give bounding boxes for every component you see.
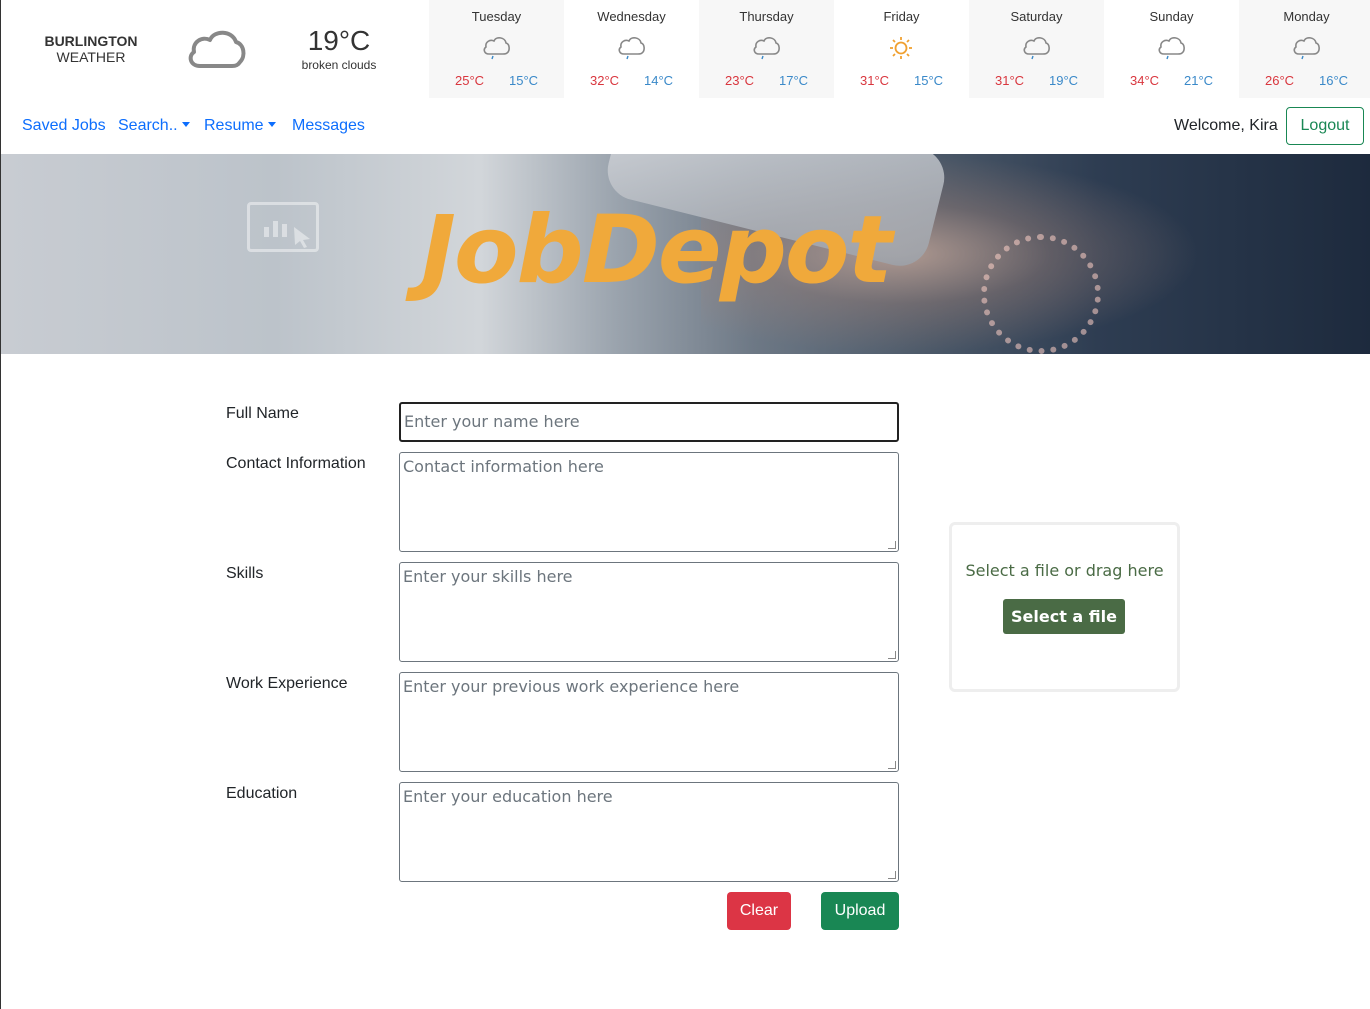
forecast-day-name: Thursday: [739, 9, 794, 24]
full-name-input[interactable]: Enter your name here: [399, 402, 899, 442]
current-temperature: 19°C: [307, 25, 371, 56]
welcome-text: Welcome, Kira: [1174, 117, 1278, 134]
resize-grip-icon[interactable]: [888, 761, 896, 769]
forecast-day: Friday 31°C 15°C: [834, 0, 969, 98]
forecast-day: Monday 26°C 16°C: [1239, 0, 1370, 98]
forecast-day: Wednesday 32°C 14°C: [564, 0, 699, 98]
city-name: BURLINGTON: [44, 33, 138, 49]
dropzone-hint: Select a file or drag here: [965, 561, 1164, 580]
forecast-day: Sunday 34°C 21°C: [1104, 0, 1239, 98]
select-file-button[interactable]: Select a file: [1003, 599, 1125, 634]
resize-grip-icon[interactable]: [888, 651, 896, 659]
rain-cloud-icon: [1157, 36, 1185, 60]
forecast-high: 26°C: [1265, 73, 1295, 88]
file-dropzone[interactable]: Select a file or drag here Select a file: [949, 522, 1180, 692]
forecast-strip: Tuesday 25°C 15°C Wednesday 32°C 14°C Thursday…: [429, 0, 1370, 98]
experience-placeholder: Enter your previous work experience here: [403, 677, 740, 696]
education-label: Education: [226, 785, 298, 802]
forecast-low: 17°C: [779, 73, 809, 88]
skills-placeholder: Enter your skills here: [403, 567, 573, 586]
brand-logo: JobDepot: [421, 196, 892, 305]
forecast-high: 25°C: [455, 73, 485, 88]
resize-grip-icon[interactable]: [888, 541, 896, 549]
contact-placeholder: Contact information here: [403, 457, 604, 476]
nav-search-label: Search..: [118, 117, 178, 134]
forecast-high: 32°C: [590, 73, 620, 88]
weather-location: BURLINGTON WEATHER: [41, 33, 141, 65]
chart-icon: [247, 202, 319, 252]
forecast-low: 21°C: [1184, 73, 1214, 88]
forecast-low: 16°C: [1319, 73, 1349, 88]
skills-label: Skills: [226, 565, 264, 582]
forecast-high: 31°C: [995, 73, 1025, 88]
forecast-day-name: Friday: [883, 9, 920, 24]
nav-saved-jobs[interactable]: Saved Jobs: [22, 117, 106, 135]
nav-resume-dropdown[interactable]: Resume: [204, 117, 276, 135]
forecast-day-name: Monday: [1283, 9, 1330, 24]
navbar: Saved Jobs Search.. Resume Messages Welc…: [1, 98, 1370, 154]
contact-textarea[interactable]: Contact information here: [399, 452, 899, 552]
nav-search-dropdown[interactable]: Search..: [118, 117, 190, 135]
clear-button[interactable]: Clear: [727, 892, 791, 930]
forecast-day: Thursday 23°C 17°C: [699, 0, 834, 98]
forecast-day-name: Tuesday: [471, 9, 522, 24]
resize-grip-icon[interactable]: [888, 871, 896, 879]
rain-cloud-icon: [1022, 36, 1050, 60]
experience-label: Work Experience: [226, 675, 348, 692]
hero-banner: JobDepot: [1, 154, 1370, 354]
upload-button[interactable]: Upload: [821, 892, 899, 930]
education-textarea[interactable]: Enter your education here: [399, 782, 899, 882]
forecast-day: Tuesday 25°C 15°C: [429, 0, 564, 98]
weather-widget: BURLINGTON WEATHER 19°C broken clouds Tu…: [1, 0, 1370, 98]
forecast-high: 34°C: [1130, 73, 1160, 88]
forecast-low: 15°C: [914, 73, 944, 88]
nav-messages[interactable]: Messages: [292, 117, 365, 135]
forecast-low: 14°C: [644, 73, 674, 88]
education-placeholder: Enter your education here: [403, 787, 613, 806]
rain-cloud-icon: [482, 36, 510, 60]
caret-down-icon: [181, 122, 190, 127]
full-name-placeholder: Enter your name here: [404, 412, 580, 431]
contact-label: Contact Information: [226, 455, 366, 472]
current-description: broken clouds: [301, 58, 377, 72]
forecast-day: Saturday 31°C 19°C: [969, 0, 1104, 98]
rain-cloud-icon: [617, 36, 645, 60]
rain-cloud-icon: [1292, 36, 1320, 60]
current-conditions: 19°C broken clouds: [291, 25, 387, 73]
forecast-high: 23°C: [725, 73, 755, 88]
forecast-day-name: Wednesday: [597, 9, 666, 24]
forecast-day-name: Sunday: [1149, 9, 1194, 24]
skills-textarea[interactable]: Enter your skills here: [399, 562, 899, 662]
sun-icon: [887, 36, 915, 60]
full-name-label: Full Name: [226, 405, 299, 422]
logout-button[interactable]: Logout: [1286, 107, 1364, 145]
forecast-day-name: Saturday: [1010, 9, 1063, 24]
caret-down-icon: [267, 122, 276, 127]
nav-resume-label: Resume: [204, 117, 264, 134]
rain-cloud-icon: [752, 36, 780, 60]
weather-caption: WEATHER: [56, 49, 126, 65]
forecast-high: 31°C: [860, 73, 890, 88]
forecast-low: 19°C: [1049, 73, 1079, 88]
forecast-low: 15°C: [509, 73, 539, 88]
experience-textarea[interactable]: Enter your previous work experience here: [399, 672, 899, 772]
cloud-icon: [188, 30, 246, 68]
banner-dots: [981, 234, 1101, 354]
